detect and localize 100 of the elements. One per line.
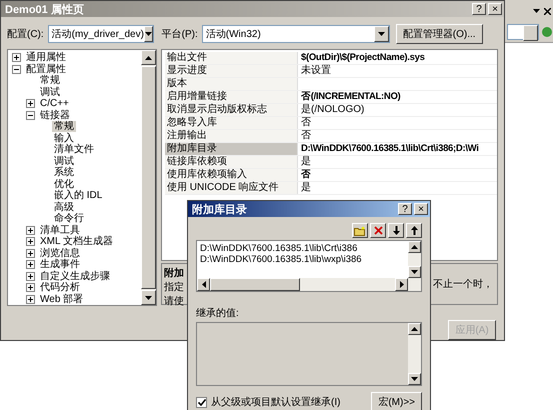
scroll-down-button[interactable]: [408, 373, 421, 385]
down-arrow-icon: [392, 226, 400, 235]
tree-item[interactable]: 链接器: [38, 110, 72, 121]
scroll-right-button[interactable]: [395, 278, 408, 291]
caret-icon: [144, 32, 152, 36]
tree-item[interactable]: 嵌入的 IDL: [52, 190, 104, 202]
tree-item[interactable]: 调试: [52, 156, 76, 167]
tree-item[interactable]: 清单文件: [52, 144, 96, 156]
property-value[interactable]: 否: [297, 117, 497, 129]
window-title: Demo01 属性页: [5, 2, 85, 16]
description-text: 指定: [164, 280, 184, 294]
directory-entry[interactable]: D:\WinDDK\7600.16385.1\lib\Crt\i386: [200, 243, 405, 254]
combo-box[interactable]: [507, 24, 539, 40]
tree-item[interactable]: 常规: [38, 75, 62, 86]
folder-icon: [354, 226, 366, 236]
property-name[interactable]: 附加库目录: [165, 143, 297, 155]
expand-icon[interactable]: [26, 283, 35, 292]
expand-icon[interactable]: [26, 226, 35, 235]
collapse-icon[interactable]: [26, 110, 35, 120]
move-up-button[interactable]: [406, 223, 422, 238]
tree-item[interactable]: 输入: [52, 132, 76, 144]
scrollbar-thumb[interactable]: [210, 278, 300, 291]
property-value[interactable]: 否: [297, 130, 497, 142]
expand-icon[interactable]: [26, 272, 35, 281]
scroll-up-button[interactable]: [408, 323, 421, 335]
tree-item[interactable]: C/C++: [38, 98, 71, 110]
expand-icon[interactable]: [26, 294, 35, 304]
platform-dropdown[interactable]: 活动(Win32): [202, 25, 390, 43]
left-arrow-icon: [202, 281, 206, 288]
configuration-manager-button[interactable]: 配置管理器(O)...: [396, 24, 483, 44]
property-name[interactable]: 注册输出: [165, 130, 297, 142]
tree-item[interactable]: 常规: [52, 121, 76, 132]
description-title: 附加: [164, 266, 184, 280]
tree-item[interactable]: 配置属性: [24, 64, 68, 75]
property-value[interactable]: 是: [297, 156, 497, 168]
dropdown-button[interactable]: [374, 26, 389, 42]
expand-icon[interactable]: [26, 248, 35, 258]
collapse-icon[interactable]: [12, 64, 21, 74]
down-arrow-icon: [145, 296, 152, 300]
property-value[interactable]: 否: [297, 169, 497, 181]
expand-icon[interactable]: [12, 53, 21, 62]
move-down-button[interactable]: [388, 223, 404, 238]
tree-item[interactable]: 系统: [52, 167, 76, 178]
tree-item[interactable]: 自定义生成步骤: [38, 270, 112, 282]
tree-item[interactable]: 清单工具: [38, 224, 82, 236]
down-arrow-icon: [411, 270, 418, 274]
delete-button[interactable]: [370, 223, 386, 238]
caret-icon: [378, 32, 385, 36]
new-folder-button[interactable]: [352, 223, 368, 238]
tree-item[interactable]: 命令行: [52, 213, 86, 224]
config-dropdown[interactable]: 活动(my_driver_dev): [48, 25, 154, 43]
property-value[interactable]: 是(/NOLOGO): [297, 104, 497, 116]
scroll-down-button[interactable]: [408, 266, 421, 278]
dropdown-icon[interactable]: [533, 9, 540, 13]
dropdown-button[interactable]: [144, 26, 153, 42]
property-value[interactable]: 否(/INCREMENTAL:NO): [297, 91, 497, 103]
inherit-label: 从父级或项目默认设置继承(I): [211, 396, 340, 409]
up-arrow-icon: [411, 327, 418, 331]
tree-item[interactable]: 代码分析: [38, 282, 82, 294]
property-value[interactable]: 未设置: [297, 65, 497, 77]
property-value[interactable]: 是: [297, 182, 497, 194]
description-text: 请使: [164, 294, 184, 308]
property-name[interactable]: 版本: [165, 78, 297, 90]
property-value[interactable]: $(OutDir)\$(ProjectName).sys: [297, 52, 497, 64]
property-name[interactable]: 输出文件: [165, 52, 297, 64]
expand-icon[interactable]: [26, 99, 35, 108]
property-name[interactable]: 链接库依赖项: [165, 156, 297, 168]
scroll-up-button[interactable]: [141, 50, 156, 65]
tree-item[interactable]: 高级: [52, 202, 76, 213]
help-button[interactable]: ?: [398, 203, 412, 215]
tree-item[interactable]: 通用属性: [24, 52, 68, 64]
tree-item[interactable]: 调试: [38, 86, 62, 98]
scroll-down-button[interactable]: [141, 290, 156, 305]
property-name[interactable]: 取消显示启动版权标志: [165, 104, 297, 116]
inherit-checkbox[interactable]: [196, 396, 207, 408]
tree-item[interactable]: 优化: [52, 178, 76, 190]
delete-icon: [374, 226, 382, 235]
scroll-left-button[interactable]: [197, 278, 210, 291]
tree-item[interactable]: 浏览信息: [38, 248, 82, 259]
close-button[interactable]: ×: [414, 203, 428, 215]
expand-icon[interactable]: [26, 237, 35, 246]
up-arrow-icon: [410, 226, 418, 235]
tree-item[interactable]: 生成事件: [38, 259, 82, 270]
property-name[interactable]: 启用增量链接: [165, 91, 297, 103]
directory-entry[interactable]: D:\WinDDK\7600.16385.1\lib\wxp\i386: [200, 254, 405, 265]
tree-item[interactable]: Web 部署: [38, 294, 86, 305]
up-arrow-icon: [145, 56, 152, 60]
property-name[interactable]: 使用 UNICODE 响应文件: [165, 182, 297, 194]
close-icon[interactable]: [544, 8, 551, 14]
platform-label: 平台(P):: [162, 28, 198, 41]
tree-item[interactable]: XML 文档生成器: [38, 236, 115, 248]
property-name[interactable]: 使用库依赖项输入: [165, 169, 297, 181]
macros-button[interactable]: 宏(M)>>: [371, 392, 422, 410]
scroll-up-button[interactable]: [408, 241, 421, 253]
property-name[interactable]: 忽略导入库: [165, 117, 297, 129]
window-title: 附加库目录: [192, 202, 248, 216]
up-arrow-icon: [411, 245, 418, 249]
property-name[interactable]: 显示进度: [165, 65, 297, 77]
property-value[interactable]: D:\WinDDK\7600.16385.1\lib\Crt\i386;D:\Wi: [297, 143, 497, 155]
expand-icon[interactable]: [26, 260, 35, 270]
